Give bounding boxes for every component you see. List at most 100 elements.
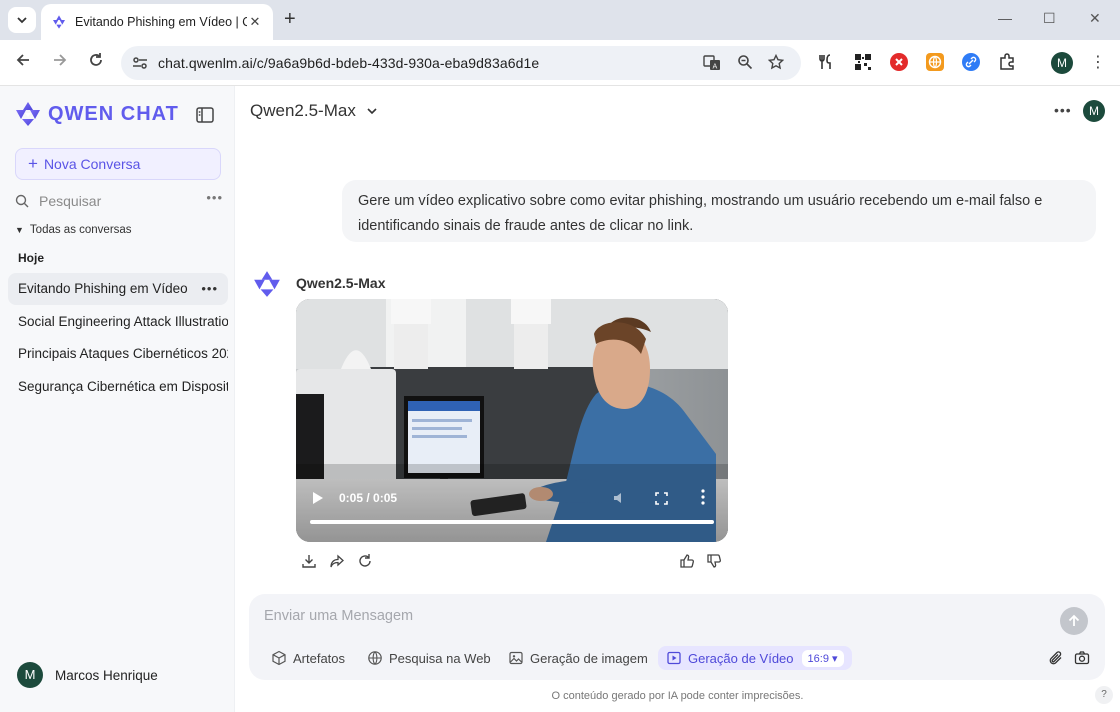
conversation-item[interactable]: Evitando Phishing em Vídeo •••: [8, 273, 228, 305]
browser-tab-active[interactable]: Evitando Phishing em Vídeo | Qwen ✕: [41, 4, 273, 40]
browser-tab-bar: Evitando Phishing em Vídeo | Qwen ✕ + — …: [0, 0, 1120, 40]
conversation-item[interactable]: Social Engineering Attack Illustration: [8, 306, 228, 338]
tab-title: Evitando Phishing em Vídeo | Qwen: [75, 15, 247, 29]
browser-profile-avatar[interactable]: M: [1051, 52, 1073, 74]
user-name: Marcos Henrique: [55, 667, 158, 683]
qwen-logo-icon: [254, 271, 280, 297]
camera-icon[interactable]: [1074, 650, 1090, 666]
reload-icon[interactable]: [86, 52, 106, 72]
link-extension-icon[interactable]: [962, 53, 980, 71]
image-generation-label: Geração de imagem: [530, 650, 648, 666]
all-conversations-label: Todas as conversas: [29, 224, 132, 236]
thumbs-up-icon[interactable]: [679, 553, 695, 569]
qwen-logo-icon: [53, 15, 65, 29]
new-chat-button[interactable]: + Nova Conversa: [15, 148, 221, 180]
download-icon[interactable]: [301, 553, 317, 569]
qwen-logo-icon: [16, 102, 40, 126]
video-progress-bar[interactable]: [310, 520, 714, 524]
qr-code-icon[interactable]: [854, 53, 872, 71]
video-generation-label: Geração de Vídeo: [688, 650, 794, 666]
send-button[interactable]: [1060, 607, 1088, 635]
globe-extension-icon[interactable]: [926, 53, 944, 71]
cube-icon: [272, 650, 286, 666]
address-bar[interactable]: chat.qwenlm.ai/c/9a6a9b6d-bdeb-433d-930a…: [121, 46, 801, 80]
sidebar-toggle-icon[interactable]: [195, 105, 215, 125]
close-icon[interactable]: ✕: [247, 14, 263, 30]
user-profile[interactable]: M Marcos Henrique: [17, 662, 158, 688]
new-chat-label: Nova Conversa: [43, 156, 141, 172]
model-name: Qwen2.5-Max: [250, 101, 356, 120]
plus-icon: +: [28, 154, 38, 173]
forward-arrow-icon[interactable]: [50, 52, 70, 72]
blocker-extension-icon[interactable]: [890, 53, 908, 71]
conversation-title: Evitando Phishing em Vídeo: [18, 281, 188, 296]
sidebar-search: •••: [15, 190, 223, 212]
conversation-title: Segurança Cibernética em Dispositivos: [18, 379, 228, 394]
image-icon: [509, 651, 523, 665]
zoom-icon[interactable]: [736, 54, 754, 72]
search-input[interactable]: [39, 193, 199, 209]
aspect-ratio-select[interactable]: 16:9 ▾: [801, 649, 844, 667]
all-conversations-toggle[interactable]: ▼ Todas as conversas: [15, 224, 132, 236]
browser-menu-icon[interactable]: ⋮: [1090, 52, 1106, 72]
conversation-item[interactable]: Segurança Cibernética em Dispositivos: [8, 371, 228, 403]
paperclip-icon[interactable]: [1048, 650, 1064, 666]
more-options-icon[interactable]: •••: [201, 273, 218, 305]
more-options-icon[interactable]: •••: [206, 190, 223, 205]
chevron-down-icon: [367, 108, 377, 115]
video-frame-image: [296, 299, 728, 542]
chat-main: Qwen2.5-Max ••• M Gere um vídeo explicat…: [235, 86, 1120, 712]
web-search-label: Pesquisa na Web: [389, 650, 491, 666]
volume-icon[interactable]: [612, 490, 628, 506]
star-bookmark-icon[interactable]: [767, 53, 785, 72]
svg-text:A: A: [713, 63, 718, 71]
new-tab-button[interactable]: +: [284, 9, 296, 29]
video-time: 0:05 / 0:05: [339, 491, 398, 505]
back-arrow-icon[interactable]: [13, 52, 33, 72]
conversation-title: Principais Ataques Cibernéticos 2024: [18, 346, 228, 361]
assistant-name: Qwen2.5-Max: [296, 275, 386, 291]
site-settings-icon[interactable]: [130, 53, 150, 73]
thumbs-down-icon[interactable]: [706, 553, 722, 569]
model-selector[interactable]: Qwen2.5-Max: [250, 101, 378, 121]
video-icon: [667, 651, 681, 665]
puzzle-extensions-icon[interactable]: [998, 53, 1016, 71]
brand-name: QWEN CHAT: [48, 102, 179, 125]
user-avatar: M: [17, 662, 43, 688]
disclaimer-text: O conteúdo gerado por IA pode conter imp…: [551, 690, 804, 702]
video-player[interactable]: 0:05 / 0:05: [296, 299, 728, 542]
search-icon: [15, 194, 29, 208]
header-avatar[interactable]: M: [1083, 100, 1105, 122]
group-label-today: Hoje: [18, 251, 45, 265]
video-generation-button[interactable]: Geração de Vídeo 16:9 ▾: [658, 646, 852, 670]
web-search-button[interactable]: Pesquisa na Web: [367, 646, 491, 670]
share-icon[interactable]: [329, 553, 345, 569]
more-options-icon[interactable]: •••: [1054, 102, 1072, 118]
translate-icon[interactable]: A: [703, 54, 721, 72]
chevron-down-icon: ▼: [15, 225, 24, 235]
user-message: Gere um vídeo explicativo sobre como evi…: [342, 180, 1096, 242]
qwen-chat-app: QWEN CHAT + Nova Conversa ••• ▼ Todas as…: [0, 86, 1120, 712]
window-close-icon[interactable]: ✕: [1089, 10, 1101, 27]
artifacts-button[interactable]: Artefatos: [271, 646, 345, 670]
image-generation-button[interactable]: Geração de imagem: [508, 646, 648, 670]
tab-search-button[interactable]: [8, 7, 36, 33]
extension-tools-icon[interactable]: [818, 53, 836, 71]
video-more-icon[interactable]: [701, 489, 705, 505]
url-text[interactable]: chat.qwenlm.ai/c/9a6a9b6d-bdeb-433d-930a…: [158, 55, 539, 71]
conversation-title: Social Engineering Attack Illustration: [18, 314, 228, 329]
fullscreen-icon[interactable]: [655, 492, 668, 505]
browser-toolbar: chat.qwenlm.ai/c/9a6a9b6d-bdeb-433d-930a…: [0, 40, 1120, 86]
play-icon[interactable]: [312, 491, 324, 505]
conversation-item[interactable]: Principais Ataques Cibernéticos 2024: [8, 338, 228, 370]
minimize-icon[interactable]: —: [998, 10, 1012, 26]
message-input[interactable]: [264, 608, 1024, 624]
artifacts-label: Artefatos: [293, 650, 346, 666]
sidebar: QWEN CHAT + Nova Conversa ••• ▼ Todas as…: [0, 86, 235, 712]
chevron-down-icon: [17, 16, 27, 23]
help-button[interactable]: ?: [1095, 686, 1113, 704]
message-composer: Artefatos Pesquisa na Web Geração de ima…: [249, 594, 1105, 680]
regenerate-icon[interactable]: [357, 553, 373, 569]
brand[interactable]: QWEN CHAT: [14, 100, 179, 128]
maximize-icon[interactable]: ☐: [1043, 10, 1056, 27]
